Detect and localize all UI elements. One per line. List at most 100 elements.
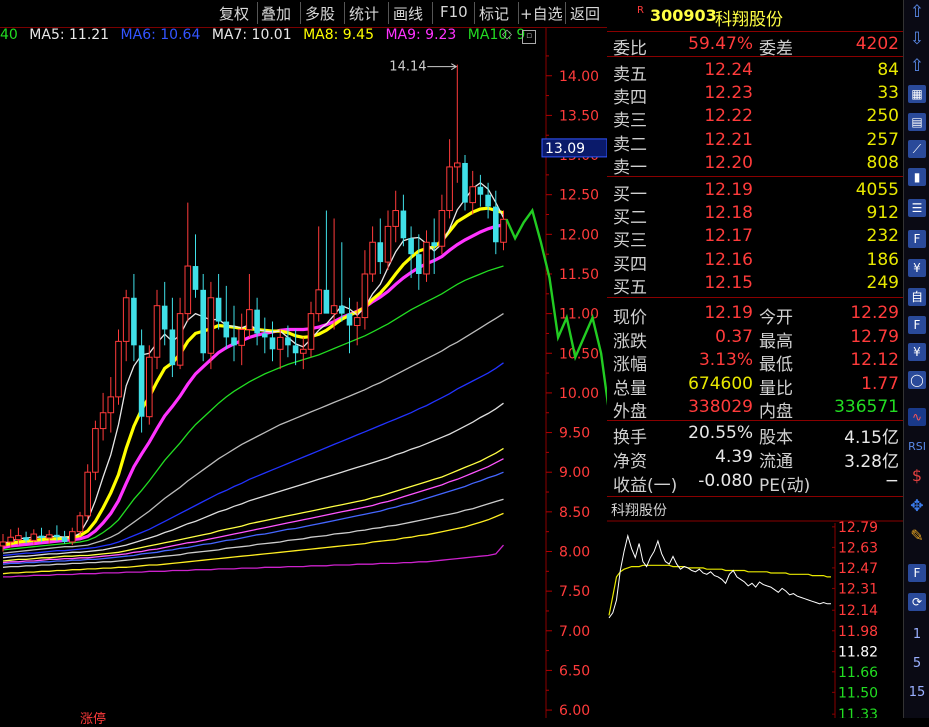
candle xyxy=(269,321,276,362)
toolbar-overlay-button[interactable]: 叠加 xyxy=(261,3,291,24)
level-volume: 4055 xyxy=(855,180,899,200)
stat-label: 涨跌 xyxy=(613,331,647,352)
self-select-icon[interactable]: 自 xyxy=(908,288,926,306)
wave-icon[interactable]: ∿ xyxy=(908,408,926,426)
ask-level-row[interactable]: 卖四 12.23 33 xyxy=(607,82,903,108)
pencil-icon[interactable]: ✎ xyxy=(908,527,926,545)
dollar-icon[interactable]: $ xyxy=(908,467,926,485)
stat-label: 净资 xyxy=(613,452,647,472)
intraday-y-tick: 12.31 xyxy=(838,581,878,597)
ma-legend-item: MA10: 9 xyxy=(467,27,526,43)
period-1-button[interactable]: 1 xyxy=(908,626,926,644)
toolbar-add-watchlist-button[interactable]: +自选 xyxy=(520,3,563,24)
ma-line-ma15 xyxy=(2,458,504,564)
stat-value: − xyxy=(884,471,899,491)
candle xyxy=(469,170,476,215)
candle-icon[interactable]: ▮ xyxy=(908,168,926,186)
stat-label: 换手 xyxy=(613,428,647,448)
stat-value: 0.37 xyxy=(715,326,753,347)
money-icon[interactable]: ¥ xyxy=(908,343,926,361)
candle xyxy=(423,230,430,282)
f5-icon[interactable]: F xyxy=(908,564,926,582)
candle xyxy=(369,226,376,282)
arrow-up-icon[interactable]: ⇧ xyxy=(908,3,926,21)
y-tick-label: 9.00 xyxy=(559,465,590,481)
rsi-icon[interactable]: RSI xyxy=(908,438,926,456)
collapse-icon[interactable]: ▫ xyxy=(522,30,536,44)
stat-row: 涨幅 3.13% 最低 12.12 xyxy=(607,349,903,375)
f12-icon[interactable]: F xyxy=(908,316,926,334)
period-5-button[interactable]: 5 xyxy=(908,655,926,673)
ask-level-row[interactable]: 卖一 12.20 808 xyxy=(607,152,903,178)
ma-legend-item: 40 xyxy=(0,27,18,43)
y-tick-label: 12.50 xyxy=(559,188,599,204)
intraday-y-tick: 11.66 xyxy=(838,665,878,681)
arrow-down-icon[interactable]: ⇩ xyxy=(908,30,926,48)
toolbar-back-button[interactable]: 返回 xyxy=(570,3,600,24)
grid-icon[interactable]: ▤ xyxy=(908,113,926,131)
stat-value: 3.28亿 xyxy=(844,452,899,472)
candle xyxy=(462,155,468,211)
stat-value: 12.79 xyxy=(850,326,899,347)
intraday-y-tick: 11.33 xyxy=(838,707,878,718)
level-volume: 232 xyxy=(866,226,899,247)
weibi-row: 委比 59.47% 委差 4202 xyxy=(607,33,903,59)
fundamental-row: 净资 4.39 流通 3.28亿 xyxy=(607,446,903,472)
level-price: 12.16 xyxy=(704,249,753,270)
bid-level-row[interactable]: 买二 12.18 912 xyxy=(607,202,903,228)
stat-value: 12.29 xyxy=(850,303,899,323)
ask-level-row[interactable]: 卖二 12.21 257 xyxy=(607,129,903,155)
toolbar-multi-stock-button[interactable]: 多股 xyxy=(305,3,335,24)
stat-label: PE(动) xyxy=(759,476,811,496)
level-volume: 808 xyxy=(866,152,899,173)
money-icon[interactable]: ¥ xyxy=(908,259,926,277)
toolbar-stats-button[interactable]: 统计 xyxy=(349,3,379,24)
arrow-up-icon[interactable]: ⇧ xyxy=(908,57,926,75)
list-icon[interactable]: ☰ xyxy=(908,199,926,217)
candle xyxy=(500,210,507,251)
bid-level-row[interactable]: 买三 12.17 232 xyxy=(607,225,903,251)
candle xyxy=(400,194,407,247)
period-15-button[interactable]: 15 xyxy=(908,684,926,702)
level-volume: 84 xyxy=(877,60,899,80)
stat-label: 最高 xyxy=(759,331,793,352)
y-tick-label: 6.00 xyxy=(559,703,590,718)
stat-row: 现价 12.19 今开 12.29 xyxy=(607,302,903,328)
toolbar-fuquan-button[interactable]: 复权 xyxy=(219,3,249,24)
stat-value: 20.55% xyxy=(688,423,753,443)
stat-label: 内盘 xyxy=(759,402,793,422)
toolbar-f10-button[interactable]: F10 xyxy=(440,3,468,21)
bid-level-row[interactable]: 买一 12.19 4055 xyxy=(607,179,903,205)
fundamental-row: 收益(一) -0.080 PE(动) − xyxy=(607,470,903,496)
level-label: 卖一 xyxy=(613,157,647,178)
candle xyxy=(153,289,161,370)
move-icon[interactable]: ✥ xyxy=(908,497,926,515)
candle xyxy=(107,377,115,433)
toolbar-draw-line-button[interactable]: 画线 xyxy=(393,3,423,24)
stat-row: 涨跌 0.37 最高 12.79 xyxy=(607,326,903,352)
f10-icon[interactable]: F xyxy=(908,230,926,248)
level-price: 12.21 xyxy=(704,129,753,150)
chart-icon[interactable]: ▦ xyxy=(908,85,926,103)
ask-level-row[interactable]: 卖三 12.22 250 xyxy=(607,105,903,131)
candle xyxy=(377,218,384,274)
candle xyxy=(146,345,153,425)
bid-level-row[interactable]: 买四 12.16 186 xyxy=(607,249,903,275)
intraday-base-tick: 11.82 xyxy=(838,644,878,660)
ask-level-row[interactable]: 卖五 12.24 84 xyxy=(607,59,903,85)
toolbar-mark-button[interactable]: 标记 xyxy=(479,3,509,24)
stat-label: 总量 xyxy=(613,378,647,399)
main-candlestick-chart[interactable]: 14.0013.5013.0012.5012.0011.5011.0010.50… xyxy=(0,0,607,718)
weibi-value: 59.47% xyxy=(688,34,753,54)
candle xyxy=(238,313,245,366)
line-chart-icon[interactable]: ⟋ xyxy=(908,140,926,158)
stat-value: 4.39 xyxy=(715,447,753,467)
bid-level-row[interactable]: 买五 12.15 249 xyxy=(607,272,903,298)
stat-label: 现价 xyxy=(613,308,647,328)
candle xyxy=(346,297,353,354)
diamond-icon[interactable]: ◇ xyxy=(502,27,512,42)
stat-value: 674600 xyxy=(688,373,753,394)
refresh-icon[interactable]: ⟳ xyxy=(908,593,926,611)
intraday-chart[interactable]: 科翔股份 12.79 12.63 12.47 12.31 12.14 11.98 11.82 1… xyxy=(607,499,903,718)
circle-icon[interactable]: ◯ xyxy=(908,371,926,389)
